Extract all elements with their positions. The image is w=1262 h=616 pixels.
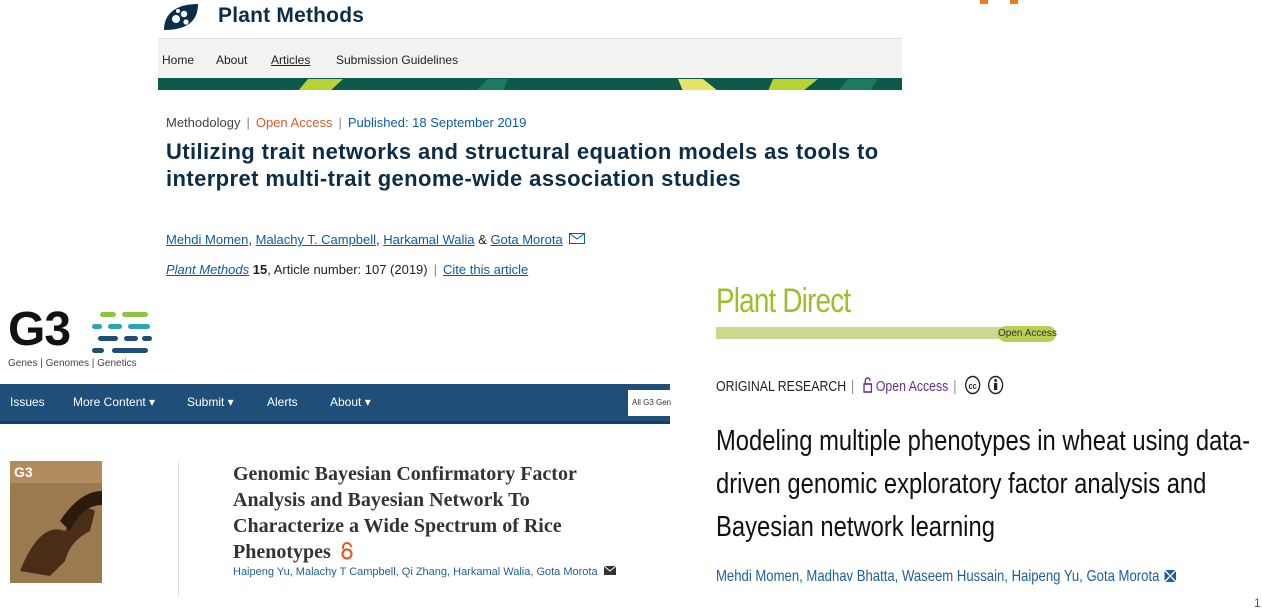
- decorative-banner: [158, 78, 902, 90]
- article-type: Methodology: [166, 115, 241, 130]
- published-date: Published: 18 September 2019: [347, 115, 527, 130]
- g3-logo[interactable]: G3: [8, 306, 71, 354]
- g3-nav-bar: Issues More Content ▾ Submit ▾ Alerts Ab…: [0, 384, 688, 424]
- divider: [178, 462, 179, 596]
- journal-nav-bar: Home About Articles Submission Guideline…: [158, 38, 902, 79]
- author-link[interactable]: Gota Morota: [490, 232, 562, 247]
- author-list: Haipeng Yu, Malachy T Campbell, Qi Zhang…: [233, 565, 616, 578]
- unlocked-lock-icon: [863, 377, 872, 393]
- citation-line: Plant Methods 15, Article number: 107 (2…: [166, 262, 529, 277]
- nav-submit[interactable]: Submit ▾: [187, 395, 234, 409]
- open-access-icon: [341, 542, 353, 560]
- g3-subtitle: Genes | Genomes | Genetics: [8, 358, 137, 369]
- article-headline: Utilizing trait networks and structural …: [166, 139, 879, 191]
- svg-text:G3: G3: [14, 464, 33, 480]
- article-meta: ORIGINAL RESEARCH | Open Access | cc: [716, 375, 1003, 395]
- citation-details: , Article number: 107 (2019): [267, 262, 428, 277]
- email-icon[interactable]: [603, 565, 616, 575]
- plant-direct-logo[interactable]: Plant Direct: [716, 282, 851, 321]
- email-icon[interactable]: [1164, 569, 1177, 583]
- nav-issues[interactable]: Issues: [10, 395, 45, 409]
- slide-number: 1: [1254, 596, 1261, 610]
- open-access-badge: Open Access: [998, 326, 1057, 342]
- nav-about[interactable]: About: [216, 53, 247, 67]
- article-meta: Methodology | Open Access | Published: 18 Se…: [166, 115, 527, 130]
- author-list: Mehdi Momen, Madhav Bhatta, Waseem Hussa…: [716, 568, 1177, 586]
- author-link[interactable]: Mehdi Momen: [166, 232, 248, 247]
- svg-text:cc: cc: [969, 381, 978, 391]
- journal-title[interactable]: Plant Methods: [218, 4, 364, 28]
- attribution-icon: [987, 375, 1003, 395]
- article-headline: Modeling multiple phenotypes in wheat us…: [716, 425, 1251, 543]
- search-input[interactable]: All G3 Gen: [628, 390, 688, 416]
- nav-about[interactable]: About ▾: [330, 395, 371, 409]
- article-headline: Genomic Bayesian Confirmatory Factor Ana…: [233, 463, 577, 563]
- nav-submission-guidelines[interactable]: Submission Guidelines: [336, 53, 458, 67]
- open-access-label: Open Access: [875, 378, 949, 395]
- creative-commons-icon: cc: [965, 375, 981, 395]
- plant-methods-logo-icon: [164, 4, 198, 30]
- citation-journal-link[interactable]: Plant Methods: [166, 262, 249, 277]
- cite-this-article-link[interactable]: Cite this article: [443, 262, 528, 277]
- nav-home[interactable]: Home: [162, 53, 194, 67]
- nav-articles[interactable]: Articles: [271, 53, 310, 67]
- citation-volume: 15: [252, 262, 268, 277]
- nav-alerts[interactable]: Alerts: [267, 395, 298, 409]
- g3-logo-mark-icon: [92, 312, 152, 353]
- brand-accent-mark: [980, 0, 1018, 4]
- journal-cover-image[interactable]: G3: [10, 461, 102, 583]
- author-link[interactable]: Harkamal Walia: [383, 232, 474, 247]
- article-type: ORIGINAL RESEARCH: [716, 378, 847, 395]
- nav-more-content[interactable]: More Content ▾: [73, 395, 155, 409]
- logo-underline-bar: [716, 327, 1004, 339]
- author-link[interactable]: Malachy T. Campbell: [256, 232, 376, 247]
- author-list: Mehdi Momen, Malachy T. Campbell, Harkam…: [166, 232, 586, 247]
- open-access-label: Open Access: [255, 115, 333, 130]
- email-icon[interactable]: [569, 233, 586, 244]
